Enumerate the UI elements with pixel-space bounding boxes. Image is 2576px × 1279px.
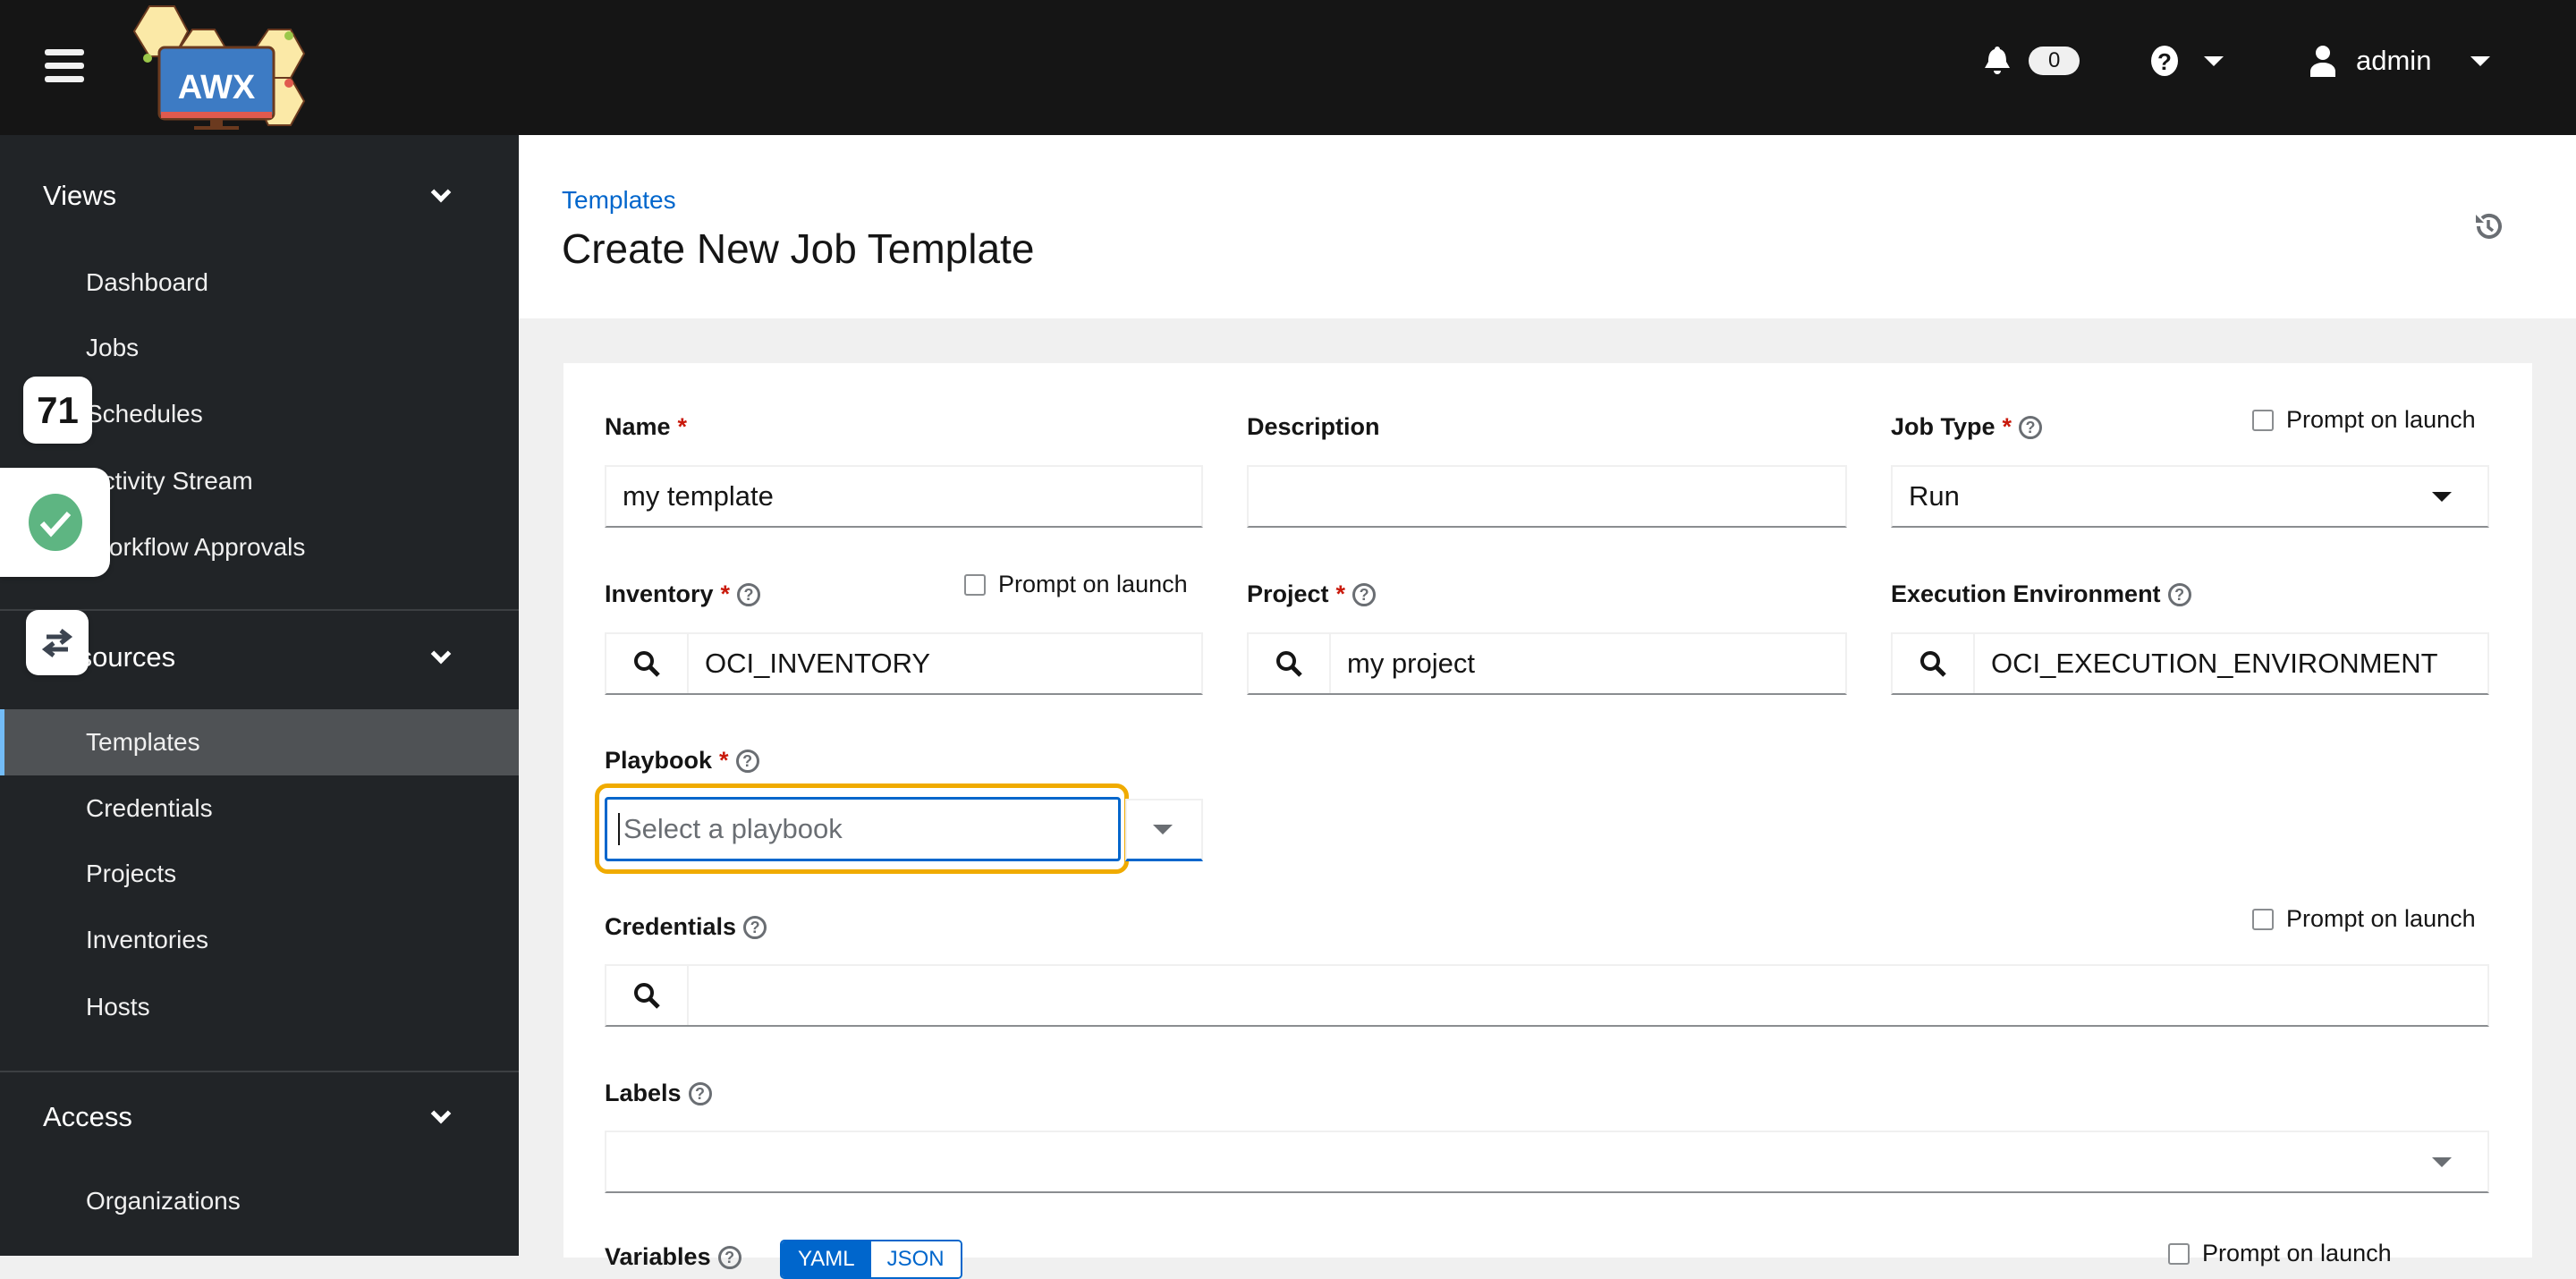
execution-environment-lookup[interactable]: OCI_EXECUTION_ENVIRONMENT xyxy=(1891,632,2489,695)
sidebar-nav: Views Dashboard Jobs Schedules Activity … xyxy=(0,135,519,1256)
help-icon[interactable]: ? xyxy=(737,582,761,606)
execution-environment-label: Execution Environment? xyxy=(1891,580,2191,608)
job-type-select[interactable]: Run xyxy=(1891,465,2489,528)
checkbox[interactable] xyxy=(2252,409,2274,431)
chevron-down-icon xyxy=(2470,55,2491,66)
status-overlay[interactable] xyxy=(0,468,110,577)
inventory-lookup[interactable]: OCI_INVENTORY xyxy=(605,632,1203,695)
variables-prompt-on-launch[interactable]: Prompt on launch xyxy=(2168,1240,2392,1267)
search-icon[interactable] xyxy=(606,966,689,1025)
credentials-lookup[interactable] xyxy=(605,964,2489,1027)
svg-text:AWX: AWX xyxy=(178,69,256,106)
history-icon[interactable] xyxy=(2473,211,2504,241)
sidebar-item-hosts[interactable]: Hosts xyxy=(0,974,519,1040)
job-type-prompt-on-launch[interactable]: Prompt on launch xyxy=(2252,406,2476,434)
notification-count: 0 xyxy=(2029,47,2080,75)
awx-logo[interactable]: AWX xyxy=(130,4,309,130)
sidebar-item-projects[interactable]: Projects xyxy=(0,841,519,907)
page-header: Templates Create New Job Template xyxy=(519,135,2576,318)
swap-overlay[interactable] xyxy=(26,610,89,675)
inventory-prompt-on-launch[interactable]: Prompt on launch xyxy=(964,571,1188,598)
help-icon[interactable]: ? xyxy=(2019,415,2043,439)
chevron-down-icon[interactable] xyxy=(430,1103,452,1124)
page-title: Create New Job Template xyxy=(562,225,1035,272)
checkbox[interactable] xyxy=(2252,908,2274,930)
help-icon[interactable]: ? xyxy=(735,749,759,773)
chevron-down-icon xyxy=(2204,55,2224,66)
help-icon[interactable]: ? xyxy=(743,915,767,939)
nav-group-access[interactable]: Access xyxy=(43,1101,132,1133)
sidebar-item-templates[interactable]: Templates xyxy=(0,709,519,775)
caret-down-icon xyxy=(1153,825,1173,834)
caret-down-icon xyxy=(2432,1156,2452,1167)
search-icon[interactable] xyxy=(606,634,689,693)
name-label: Name * xyxy=(605,413,688,440)
sidebar-item-credentials[interactable]: Credentials xyxy=(0,775,519,842)
yaml-toggle[interactable]: YAML xyxy=(782,1241,871,1277)
hamburger-icon[interactable] xyxy=(45,49,84,85)
divider xyxy=(0,1071,519,1072)
help-icon[interactable]: ? xyxy=(688,1081,712,1105)
question-circle-icon: ? xyxy=(2151,46,2178,76)
search-icon[interactable] xyxy=(1893,634,1975,693)
search-icon[interactable] xyxy=(1249,634,1331,693)
breadcrumb-templates[interactable]: Templates xyxy=(562,186,676,215)
counter-overlay[interactable]: 71 xyxy=(23,377,92,444)
playbook-toggle-button[interactable] xyxy=(1125,799,1203,861)
json-toggle[interactable]: JSON xyxy=(870,1241,961,1277)
checkbox[interactable] xyxy=(2168,1242,2190,1265)
arrows-swap-icon xyxy=(41,628,73,657)
nav-group-views[interactable]: Views xyxy=(43,180,116,212)
bell-icon xyxy=(1985,47,2010,74)
playbook-label: Playbook *? xyxy=(605,747,759,775)
help-icon[interactable]: ? xyxy=(1352,582,1377,606)
job-type-label: Job Type *? xyxy=(1891,413,2043,441)
description-field[interactable] xyxy=(1247,465,1847,528)
job-template-form: Name * my template Description Job Type *?… xyxy=(564,363,2532,1279)
user-icon xyxy=(2310,46,2335,77)
check-circle-icon xyxy=(28,494,82,551)
variables-format-toggle: YAML JSON xyxy=(780,1240,962,1279)
labels-select[interactable] xyxy=(605,1131,2489,1193)
help-icon[interactable]: ? xyxy=(717,1245,741,1269)
chevron-down-icon[interactable] xyxy=(430,182,452,203)
chevron-down-icon[interactable] xyxy=(430,643,452,665)
sidebar-item-jobs[interactable]: Jobs xyxy=(0,315,519,381)
project-lookup[interactable]: my project xyxy=(1247,632,1847,695)
playbook-input[interactable]: Select a playbook xyxy=(605,797,1121,861)
credentials-label: Credentials? xyxy=(605,913,767,941)
notifications-button[interactable]: 0 xyxy=(1984,45,2080,77)
checkbox[interactable] xyxy=(964,573,986,596)
username: admin xyxy=(2356,45,2432,76)
caret-down-icon xyxy=(2432,491,2452,502)
description-label: Description xyxy=(1247,413,1380,440)
name-field[interactable]: my template xyxy=(605,465,1203,528)
project-label: Project *? xyxy=(1247,580,1377,608)
svg-text:?: ? xyxy=(2157,48,2172,75)
labels-label: Labels? xyxy=(605,1080,712,1107)
credentials-prompt-on-launch[interactable]: Prompt on launch xyxy=(2252,905,2476,933)
top-header: AWX 0 ? admin xyxy=(0,0,2576,135)
help-menu[interactable]: ? xyxy=(2150,45,2224,77)
inventory-label: Inventory *? xyxy=(605,580,761,608)
variables-label: Variables? xyxy=(605,1243,741,1271)
sidebar-item-dashboard[interactable]: Dashboard xyxy=(0,250,519,316)
user-menu[interactable]: admin xyxy=(2309,45,2491,77)
sidebar-item-organizations[interactable]: Organizations xyxy=(0,1168,519,1234)
sidebar-item-inventories[interactable]: Inventories xyxy=(0,907,519,973)
help-icon[interactable]: ? xyxy=(2167,582,2191,606)
